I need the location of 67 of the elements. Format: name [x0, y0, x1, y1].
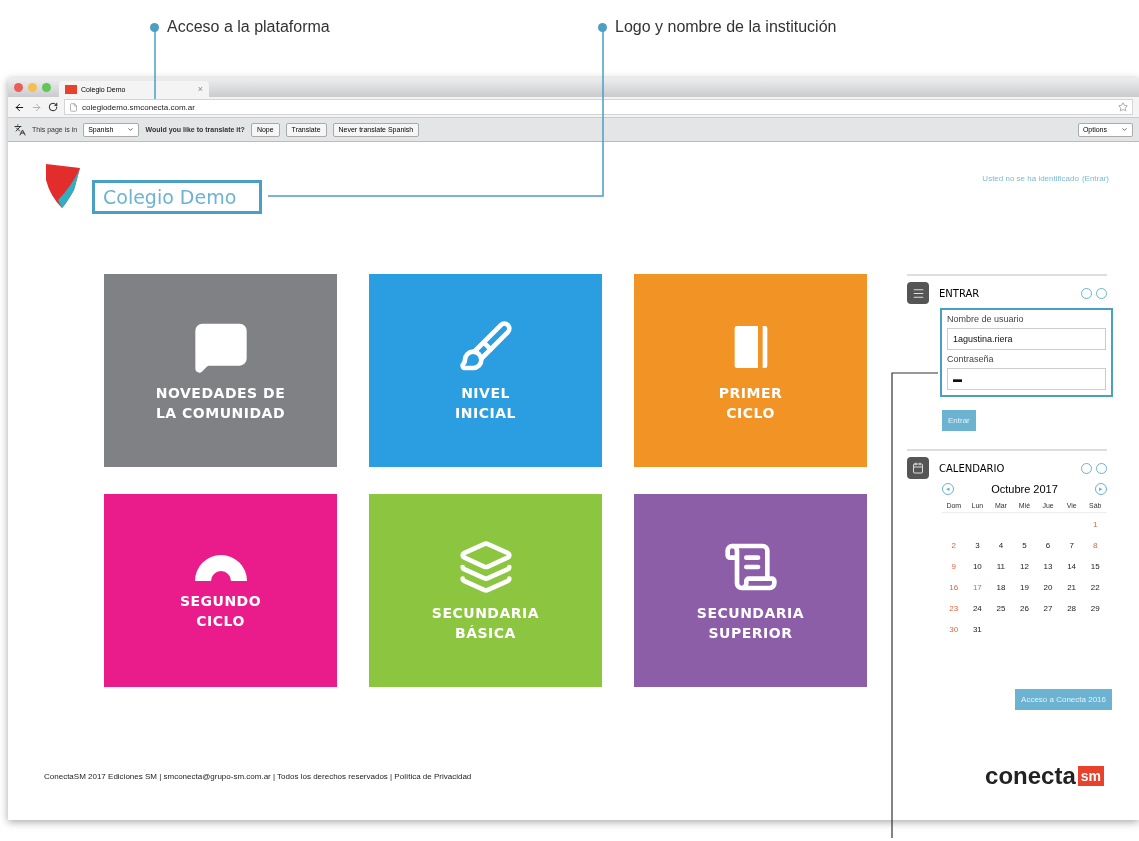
month-title: Octubre 2017: [991, 483, 1058, 495]
callout-label: Logo y nombre de la institución: [615, 18, 837, 36]
callout-dot: [150, 22, 159, 32]
calendar-day[interactable]: 11: [989, 558, 1013, 576]
stack-icon: [457, 538, 514, 595]
calendar-day[interactable]: 17: [965, 579, 990, 597]
leader-line: [154, 30, 156, 100]
calendar-day[interactable]: 19: [1012, 579, 1037, 597]
calendar-day[interactable]: 21: [1059, 579, 1084, 597]
login-status: Usted no se ha identificado: [982, 174, 1079, 183]
calendar-day[interactable]: 12: [1012, 558, 1037, 576]
calendar-day[interactable]: 16: [942, 579, 966, 597]
calendar-day[interactable]: 28: [1059, 600, 1084, 618]
calendar-day[interactable]: 10: [965, 558, 990, 576]
field-label: Nombre de usuario: [947, 314, 1025, 324]
calendar-day[interactable]: 3: [965, 537, 990, 555]
category-tile[interactable]: SECUNDARIA SUPERIOR: [634, 494, 867, 687]
address-field[interactable]: colegiodemo.smconecta.com.ar: [64, 99, 1133, 115]
page-icon: [69, 102, 78, 112]
chevron-down-icon: [1121, 126, 1128, 133]
field-label: Contraseña: [947, 354, 995, 364]
calendar-day[interactable]: 23: [942, 600, 966, 618]
category-tile[interactable]: NOVEDADES DE LA COMUNIDAD: [104, 274, 337, 467]
calendar-day[interactable]: 14: [1059, 558, 1084, 576]
minimize-button[interactable]: [28, 83, 37, 92]
calendar-day[interactable]: 7: [1059, 537, 1084, 555]
calendar-day[interactable]: 4: [989, 537, 1013, 555]
block-title: CALENDARIO: [939, 462, 1005, 474]
callout-dot: [598, 22, 607, 32]
calendar-icon: [907, 457, 929, 479]
brand-badge: sm: [1077, 766, 1104, 786]
close-window-button[interactable]: [14, 83, 23, 92]
bookmark-star-icon[interactable]: [1118, 102, 1128, 112]
calendar-day[interactable]: 20: [1036, 579, 1060, 597]
brand-logo-text: conecta: [985, 762, 1076, 790]
calendar-day[interactable]: 18: [989, 579, 1013, 597]
calendar-day[interactable]: 5: [1012, 537, 1037, 555]
block-title: ENTRAR: [939, 287, 980, 299]
username-field[interactable]: 1agustina.riera: [947, 328, 1106, 350]
favicon-icon: [65, 84, 77, 94]
calendar-day[interactable]: 30: [942, 621, 966, 639]
forward-icon[interactable]: [31, 101, 42, 113]
calendar-day[interactable]: 8: [1083, 537, 1107, 555]
zoom-button[interactable]: [42, 83, 51, 92]
calendar-day[interactable]: 9: [942, 558, 966, 576]
password-field[interactable]: ▬: [947, 368, 1106, 390]
reload-icon[interactable]: [48, 102, 58, 112]
calendar-day[interactable]: 1: [1083, 516, 1107, 534]
footer-text: ConectaSM 2017 Ediciones SM | smconecta@grupo-sm.com.ar | Todos los derechos reservados | Política de Privacidad: [44, 771, 472, 781]
calendar-day[interactable]: 2: [942, 537, 966, 555]
calendar-day[interactable]: 29: [1083, 600, 1107, 618]
calendar-day[interactable]: 6: [1036, 537, 1060, 555]
calendar-day[interactable]: 31: [965, 621, 990, 639]
chevron-down-icon: [127, 126, 135, 133]
site-title: Colegio Demo: [92, 180, 262, 214]
translate-icon: [14, 123, 26, 136]
back-icon[interactable]: [14, 101, 25, 113]
calendar-day[interactable]: 15: [1083, 558, 1107, 576]
menu-icon: [907, 282, 929, 304]
calendar-day[interactable]: 22: [1083, 579, 1107, 597]
calendar-day[interactable]: 13: [1036, 558, 1060, 576]
calendar-day[interactable]: 24: [965, 600, 990, 618]
calendar-day[interactable]: 27: [1036, 600, 1060, 618]
category-tile[interactable]: SEGUNDO CICLO: [104, 494, 337, 687]
callout-label: Acceso a la plataforma: [167, 18, 330, 36]
calendar-day[interactable]: 26: [1012, 600, 1037, 618]
calendar-day[interactable]: 25: [989, 600, 1013, 618]
